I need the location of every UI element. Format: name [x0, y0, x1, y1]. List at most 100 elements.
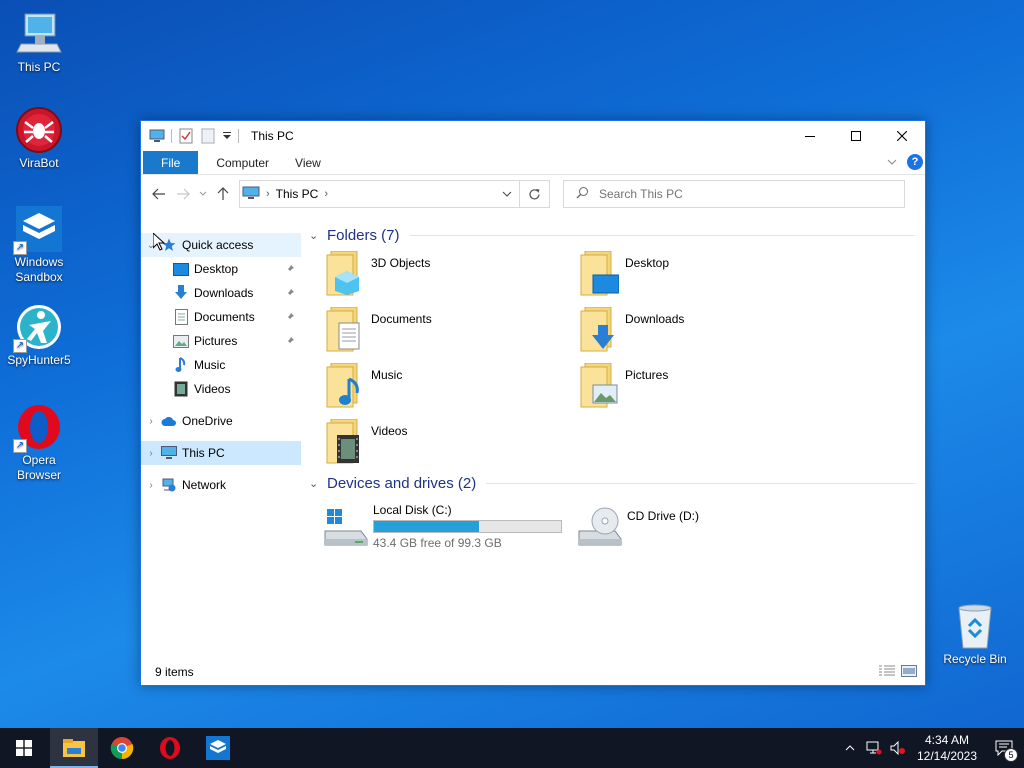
pin-icon — [285, 287, 295, 301]
shortcut-arrow-icon: ↗ — [13, 241, 27, 255]
desktop-icon-recycle-bin[interactable]: Recycle Bin — [937, 602, 1013, 667]
folder-desktop[interactable]: Desktop — [579, 247, 833, 303]
expand-ribbon-chevron-icon[interactable] — [887, 155, 897, 169]
folders-grid: 3D Objects Desktop Documents Downloads M… — [309, 247, 915, 471]
breadcrumb-chevron-icon[interactable]: › — [324, 188, 328, 200]
large-icons-view-icon[interactable] — [901, 665, 917, 680]
folders-group-header[interactable]: ⌄ Folders (7) — [309, 223, 915, 247]
taskbar-chrome[interactable] — [98, 728, 146, 768]
drives-group-header[interactable]: ⌄ Devices and drives (2) — [309, 471, 915, 495]
search-input[interactable] — [599, 187, 889, 201]
drive-local-disk-c[interactable]: Local Disk (C:) 43.4 GB free of 99.3 GB — [321, 497, 575, 553]
folder-3d-objects[interactable]: 3D Objects — [325, 247, 579, 303]
clock[interactable]: 4:34 AM 12/14/2023 — [910, 732, 984, 764]
title-bar[interactable]: This PC — [141, 121, 925, 151]
recent-locations-chevron-icon[interactable] — [195, 182, 211, 206]
sidebar-item-downloads[interactable]: Downloads — [141, 281, 301, 305]
customize-quick-access-chevron-icon[interactable] — [222, 128, 232, 144]
taskbar-file-explorer[interactable] — [50, 728, 98, 768]
group-divider — [409, 234, 915, 236]
folder-documents[interactable]: Documents — [325, 303, 579, 359]
search-box[interactable] — [563, 180, 905, 208]
sidebar-item-label: Network — [182, 478, 227, 492]
folder-desktop-icon — [579, 250, 620, 299]
taskbar-opera[interactable] — [146, 728, 194, 768]
drive-cd-d[interactable]: CD Drive (D:) — [575, 497, 829, 553]
taskbar-windows-sandbox[interactable] — [194, 728, 242, 768]
show-hidden-icons-chevron-icon[interactable] — [838, 728, 862, 768]
address-dropdown-chevron-icon[interactable] — [495, 181, 519, 207]
content-pane: ⌄ Folders (7) 3D Objects Desktop Documen… — [301, 213, 925, 659]
music-note-icon — [173, 357, 189, 373]
properties-icon[interactable] — [178, 128, 194, 144]
network-tray-icon[interactable] — [862, 728, 886, 768]
forward-button[interactable] — [171, 182, 195, 206]
desktop-icon-label: Recycle Bin — [943, 652, 1007, 666]
maximize-button[interactable] — [833, 121, 879, 151]
up-button[interactable] — [211, 182, 235, 206]
sidebar-item-label: Downloads — [194, 286, 254, 300]
folder-downloads[interactable]: Downloads — [579, 303, 833, 359]
desktop-icon-spyhunter[interactable]: ↗ SpyHunter5 — [1, 303, 77, 368]
network-icon — [161, 477, 177, 493]
desktop-icon-windows-sandbox[interactable]: ↗ Windows Sandbox — [1, 205, 77, 285]
sidebar-item-quick-access[interactable]: ⌄ Quick access — [141, 233, 301, 257]
cd-drive-icon — [575, 501, 623, 549]
volume-muted-icon[interactable] — [886, 728, 910, 768]
help-icon[interactable]: ? — [907, 154, 923, 170]
sidebar-item-this-pc[interactable]: › This PC — [141, 441, 301, 465]
address-bar[interactable]: › This PC › — [239, 180, 520, 208]
expand-chevron-icon[interactable]: › — [141, 448, 161, 459]
sandbox-icon: ↗ — [13, 205, 63, 255]
folder-pictures[interactable]: Pictures — [579, 359, 833, 415]
virabot-icon — [15, 106, 63, 154]
sidebar-item-pictures[interactable]: Pictures — [141, 329, 301, 353]
search-icon — [576, 186, 589, 202]
details-view-icon[interactable] — [879, 665, 895, 680]
folder-music[interactable]: Music — [325, 359, 579, 415]
start-button[interactable] — [0, 728, 48, 768]
item-count: 9 items — [155, 665, 194, 679]
close-button[interactable] — [879, 121, 925, 151]
desktop-icon-this-pc[interactable]: This PC — [1, 10, 77, 75]
shortcut-arrow-icon: ↗ — [13, 339, 27, 353]
back-button[interactable] — [147, 182, 171, 206]
desktop-icon-opera[interactable]: ↗ Opera Browser — [1, 403, 77, 483]
sidebar-item-videos[interactable]: Videos — [141, 377, 301, 401]
document-icon — [173, 309, 189, 325]
refresh-button[interactable] — [520, 180, 550, 208]
tab-view[interactable]: View — [282, 151, 334, 174]
sidebar-item-label: Documents — [194, 310, 255, 324]
opera-icon — [160, 737, 180, 759]
sidebar-item-documents[interactable]: Documents — [141, 305, 301, 329]
tab-file[interactable]: File — [143, 151, 199, 174]
desktop-icon-label: SpyHunter5 — [7, 353, 71, 367]
spyhunter-icon: ↗ — [13, 303, 63, 353]
collapse-chevron-icon[interactable]: ⌄ — [309, 229, 325, 242]
sidebar-item-network[interactable]: › Network — [141, 473, 301, 497]
navigation-pane: ⌄ Quick access Desktop Downloads Documen… — [141, 213, 301, 659]
sidebar-item-desktop[interactable]: Desktop — [141, 257, 301, 281]
clock-date: 12/14/2023 — [916, 749, 978, 763]
minimize-button[interactable] — [787, 121, 833, 151]
this-pc-small-icon — [149, 128, 165, 144]
breadcrumb-this-pc[interactable]: This PC — [276, 187, 319, 201]
cloud-icon — [161, 413, 177, 429]
expand-chevron-icon[interactable]: › — [141, 480, 161, 491]
desktop-icon-virabot[interactable]: ViraBot — [1, 106, 77, 171]
folder-videos[interactable]: Videos — [325, 415, 579, 471]
opera-icon: ↗ — [13, 403, 63, 453]
sidebar-item-label: OneDrive — [182, 414, 233, 428]
tab-computer[interactable]: Computer — [198, 151, 282, 174]
action-center-button[interactable]: 5 — [984, 728, 1024, 768]
new-folder-icon[interactable] — [200, 128, 216, 144]
breadcrumb-chevron-icon[interactable]: › — [266, 188, 270, 200]
expand-chevron-icon[interactable]: › — [141, 416, 161, 427]
sidebar-item-music[interactable]: Music — [141, 353, 301, 377]
folder-3d-objects-icon — [325, 250, 365, 299]
sidebar-item-onedrive[interactable]: › OneDrive — [141, 409, 301, 433]
download-arrow-icon — [173, 285, 189, 301]
collapse-chevron-icon[interactable]: ⌄ — [309, 477, 325, 490]
drive-usage-fill — [374, 521, 480, 532]
taskbar: 4:34 AM 12/14/2023 5 — [0, 728, 1024, 768]
